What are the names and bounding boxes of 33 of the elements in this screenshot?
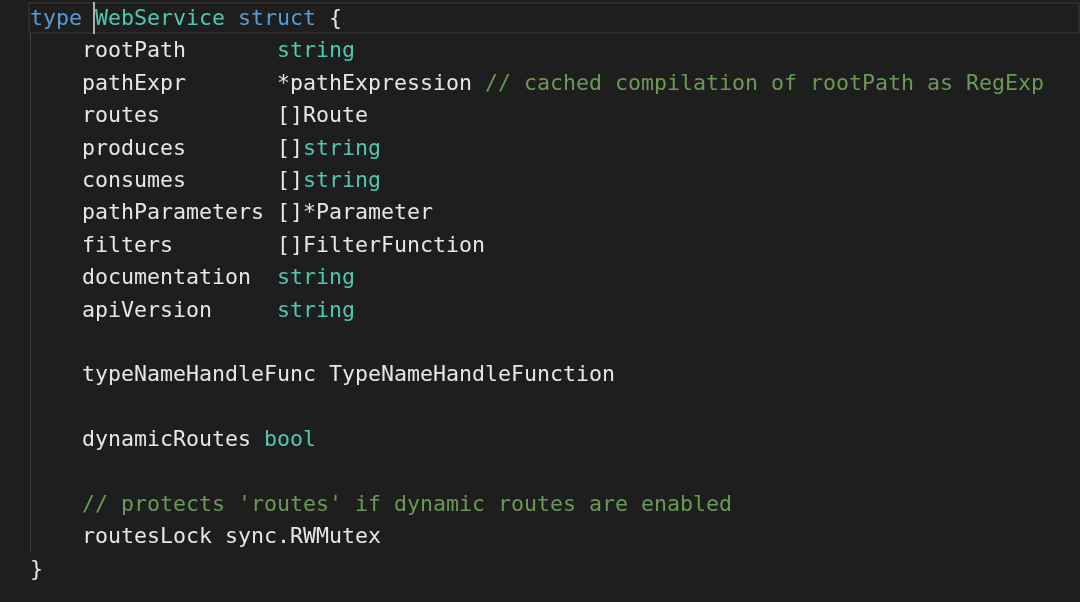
type-name: string — [277, 36, 355, 65]
code-text: filters — [82, 230, 173, 259]
code-text: sync.RWMutex — [225, 522, 382, 551]
keyword: struct — [238, 4, 317, 32]
code-text: []Route — [277, 101, 368, 130]
code-text: documentation — [82, 263, 251, 292]
code-comment: // cached compilation of rootPath as RegExp — [485, 68, 1045, 97]
type-name: bool — [264, 425, 317, 454]
code-text: []FilterFunction — [277, 230, 485, 259]
code-text: apiVersion — [82, 295, 212, 324]
code-text: dynamicRoutes — [82, 425, 251, 454]
code-text: pathExpr — [82, 68, 186, 97]
code-text: routesLock — [82, 522, 212, 551]
type-name: string — [277, 295, 355, 324]
keyword: type — [30, 4, 82, 32]
type-name: string — [303, 165, 382, 194]
code-text: []*Parameter — [277, 198, 434, 227]
code-text: typeNameHandleFunc — [82, 360, 316, 389]
code-text: } — [30, 554, 43, 583]
code-text: TypeNameHandleFunction — [329, 360, 616, 389]
code-text: rootPath — [82, 36, 186, 65]
code-text: { — [329, 4, 343, 32]
code-text: [] — [277, 133, 303, 162]
type-name: string — [303, 133, 382, 162]
type-name: string — [277, 263, 355, 292]
code-text: routes — [82, 101, 160, 130]
type-name: WebService — [93, 2, 226, 35]
code-text: produces — [82, 133, 186, 162]
code-text: consumes — [82, 165, 186, 194]
code-comment: // protects 'routes' if dynamic routes are enabled — [82, 489, 733, 518]
code-text: [] — [277, 165, 303, 194]
code-text: pathParameters — [82, 198, 264, 227]
code-text: *pathExpression — [277, 68, 472, 97]
